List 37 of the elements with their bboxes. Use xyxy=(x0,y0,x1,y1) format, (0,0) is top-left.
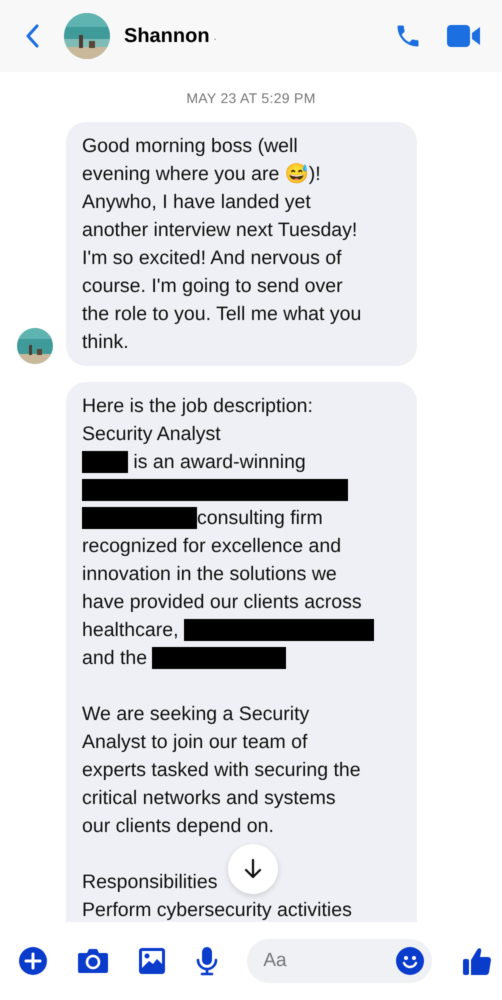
microphone-icon[interactable] xyxy=(196,946,218,976)
contact-name[interactable]: Shannon xyxy=(124,24,210,48)
status-mark: . xyxy=(214,29,217,43)
message-text: Responsibilities xyxy=(82,870,218,894)
message-text: the role to you. Tell me what you xyxy=(82,302,362,326)
message-text: I'm so excited! And nervous of xyxy=(82,246,342,270)
add-icon[interactable] xyxy=(19,947,47,975)
message-text: recognized for excellence and xyxy=(82,534,342,558)
message-text: our clients depend on. xyxy=(82,814,274,838)
message-text: experts tasked with securing the xyxy=(82,758,361,782)
redaction-bar xyxy=(82,451,128,473)
message-text: and the xyxy=(82,646,148,670)
message-text: is an award-winning xyxy=(132,450,306,474)
message-text: course. I'm going to send over xyxy=(82,274,343,298)
emoji-icon[interactable] xyxy=(396,947,424,975)
message-text: think. xyxy=(82,330,129,354)
message-text: critical networks and systems xyxy=(82,786,336,810)
message-text: Analyst to join our team of xyxy=(82,730,308,754)
back-icon[interactable] xyxy=(25,24,39,48)
message-input[interactable]: Aa xyxy=(247,939,432,983)
thumbs-up-icon[interactable] xyxy=(462,946,492,976)
message-text: We are seeking a Security xyxy=(82,702,310,726)
message-text: healthcare, xyxy=(82,618,180,642)
image-icon[interactable] xyxy=(138,947,166,975)
message-text: another interview next Tuesday! xyxy=(82,218,358,242)
message-text: Here is the job description: xyxy=(82,394,313,418)
camera-icon[interactable] xyxy=(76,947,109,975)
message-text: Perform cybersecurity activities xyxy=(82,898,352,922)
video-camera-icon[interactable] xyxy=(446,24,482,48)
message-text: Good morning boss (well xyxy=(82,134,298,158)
message-text: consulting firm xyxy=(197,506,323,530)
message-text: Anywho, I have landed yet xyxy=(82,190,311,214)
message-text: Security Analyst xyxy=(82,422,221,446)
message-text: innovation in the solutions we xyxy=(82,562,337,586)
message-text: have provided our clients across xyxy=(82,590,362,614)
message-text: evening where you are 😅)! xyxy=(82,162,321,186)
timestamp: MAY 23 AT 5:29 PM xyxy=(185,90,317,106)
